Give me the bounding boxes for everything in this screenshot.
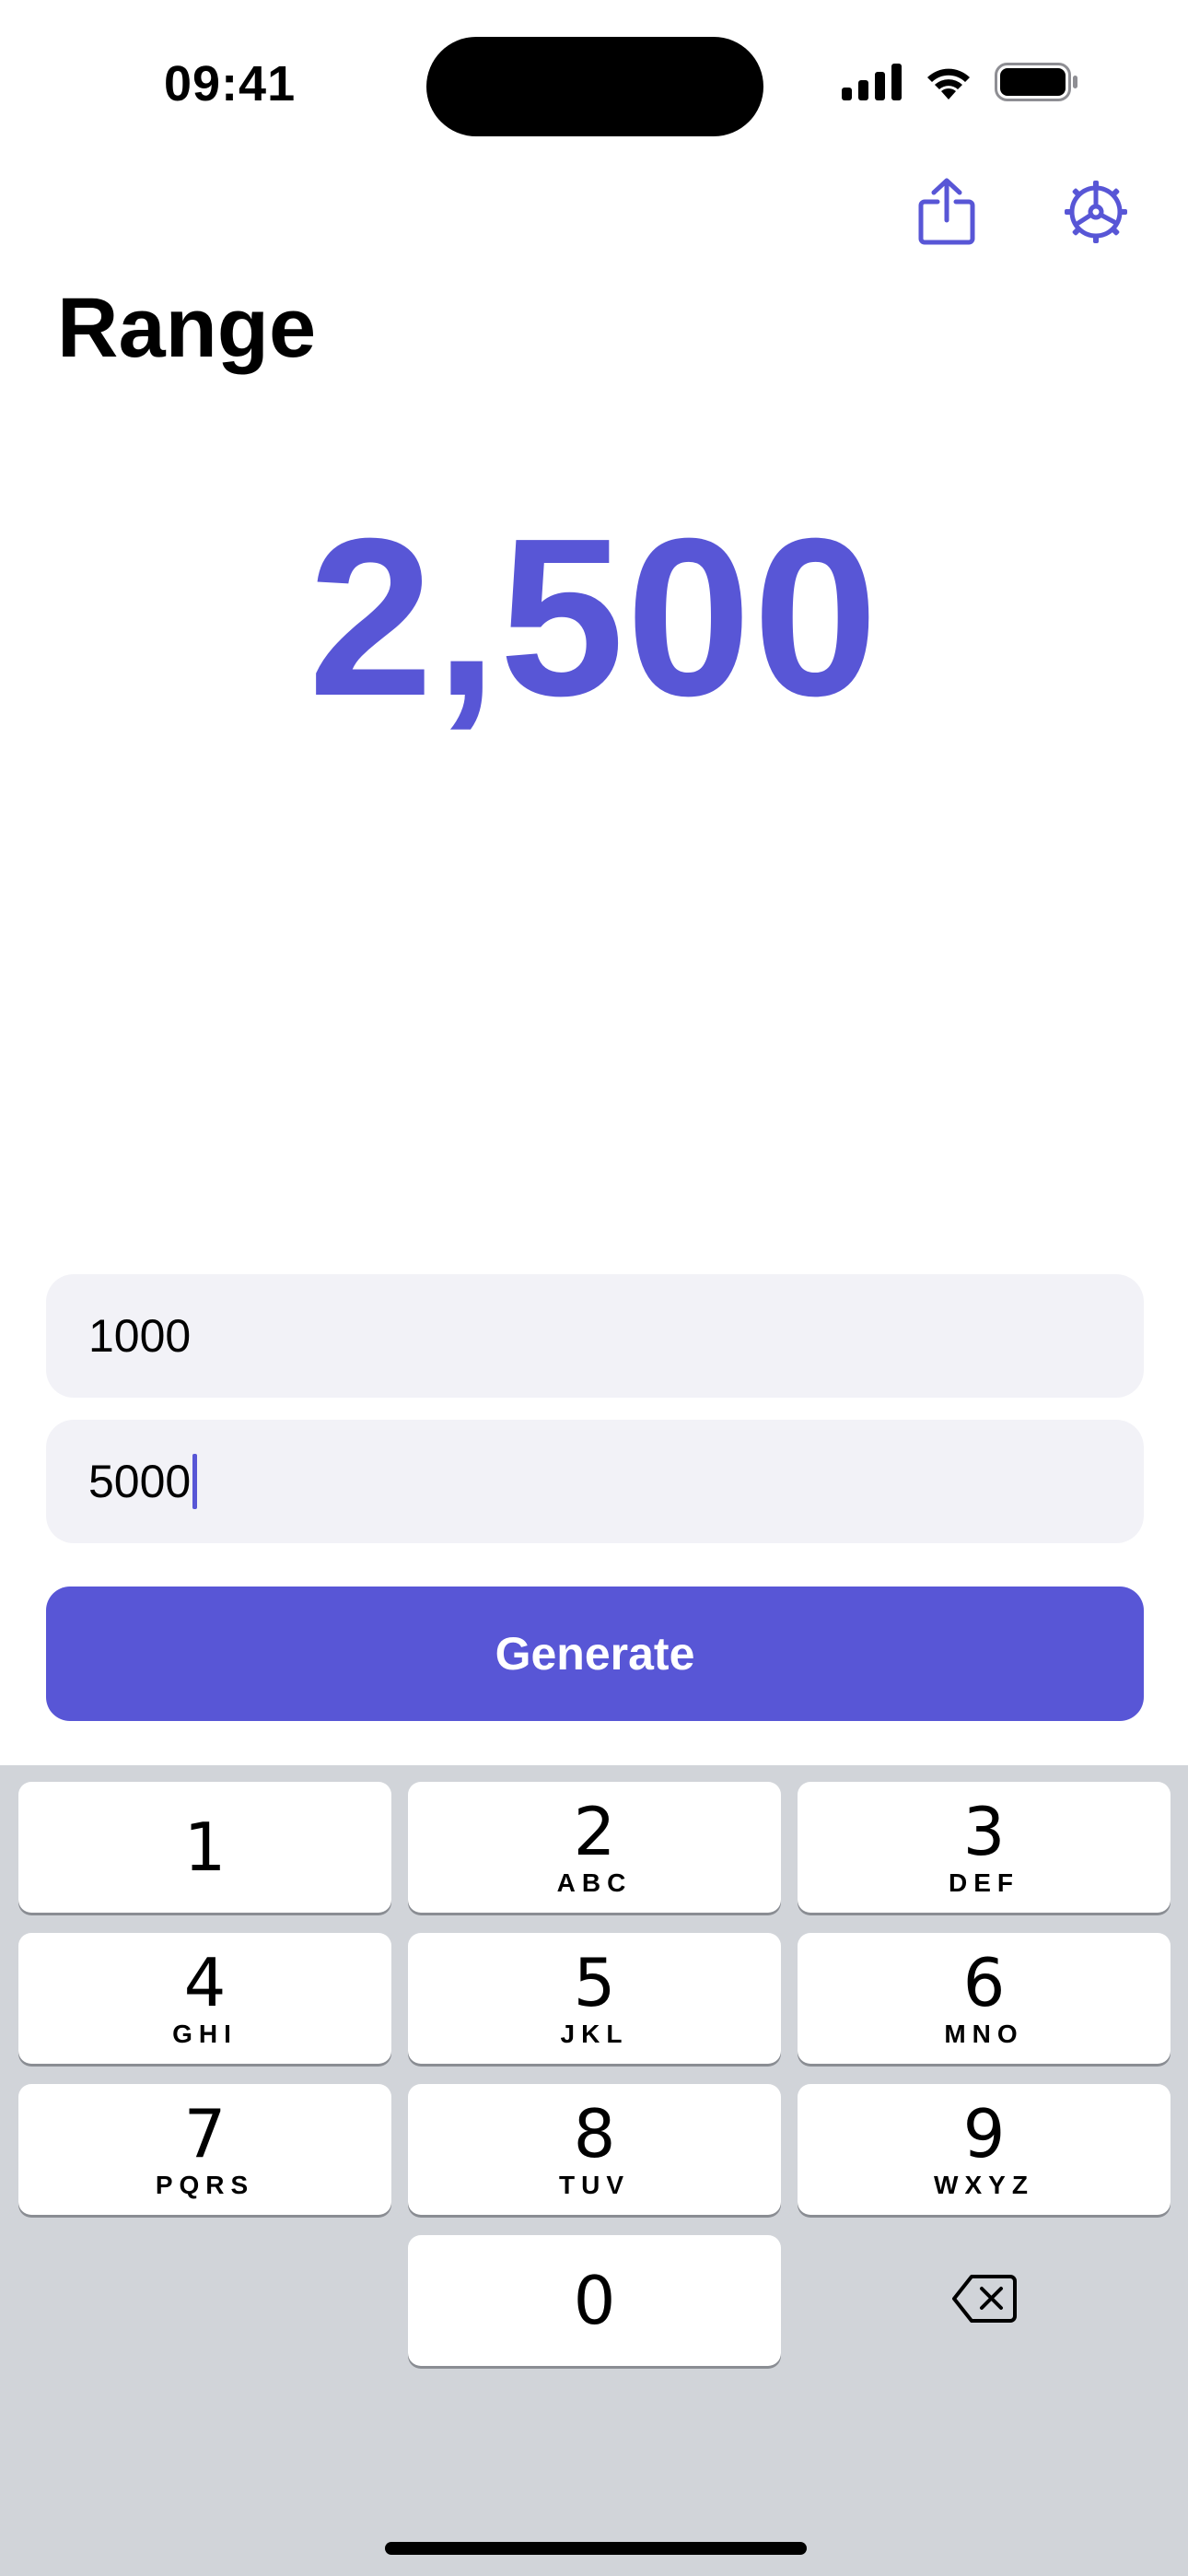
key-digit: 1	[183, 1809, 227, 1886]
min-value-field[interactable]: 1000	[46, 1274, 1144, 1398]
key-digit: 4	[183, 1944, 227, 2021]
key-letters: ABC	[556, 1868, 633, 1897]
key-digit: 0	[573, 2262, 616, 2339]
delete-icon	[951, 2273, 1018, 2329]
max-value-field[interactable]: 5000	[46, 1420, 1144, 1543]
key-letters: MNO	[944, 2020, 1024, 2048]
key-digit: 6	[962, 1944, 1006, 2021]
share-button[interactable]	[910, 177, 984, 251]
max-value-text: 5000	[88, 1456, 192, 1507]
key-letters: GHI	[172, 2020, 238, 2048]
key-letters: TUV	[559, 2171, 630, 2199]
generate-button[interactable]: Generate	[46, 1587, 1144, 1721]
key-5[interactable]: 5 JKL	[408, 1933, 781, 2064]
key-letters: PQRS	[155, 2171, 255, 2199]
key-letters: WXYZ	[934, 2171, 1034, 2199]
key-0[interactable]: 0	[408, 2235, 781, 2366]
gear-icon	[1063, 179, 1129, 250]
key-7[interactable]: 7 PQRS	[18, 2084, 391, 2215]
status-time: 09:41	[164, 56, 297, 111]
number-keypad: 1 2 ABC 3 DEF 4 GHI 5 JKL 6 MNO 7 PQRS 8…	[0, 1765, 1188, 2576]
screen: 09:41 Range 2,500 1000 5000 Generate 1 2…	[0, 0, 1188, 2576]
key-letters: JKL	[560, 2020, 629, 2048]
key-2[interactable]: 2 ABC	[408, 1782, 781, 1913]
key-letters: DEF	[949, 1868, 1019, 1897]
key-9[interactable]: 9 WXYZ	[798, 2084, 1171, 2215]
status-bar: 09:41	[0, 0, 1188, 157]
key-4[interactable]: 4 GHI	[18, 1933, 391, 2064]
status-icons	[842, 63, 1079, 106]
battery-icon	[995, 63, 1079, 106]
share-icon	[917, 178, 976, 251]
key-6[interactable]: 6 MNO	[798, 1933, 1171, 2064]
wifi-icon	[923, 63, 974, 106]
key-digit: 7	[183, 2095, 227, 2172]
key-digit: 2	[573, 1793, 616, 1870]
text-cursor	[192, 1454, 198, 1509]
dynamic-island	[426, 37, 763, 136]
settings-button[interactable]	[1059, 177, 1133, 251]
key-digit: 3	[962, 1793, 1006, 1870]
home-indicator	[385, 2542, 807, 2555]
key-digit: 5	[573, 1944, 616, 2021]
cellular-signal-icon	[842, 64, 903, 105]
delete-key[interactable]	[798, 2235, 1171, 2366]
result-value: 2,500	[308, 491, 880, 743]
key-8[interactable]: 8 TUV	[408, 2084, 781, 2215]
key-3[interactable]: 3 DEF	[798, 1782, 1171, 1913]
key-1[interactable]: 1	[18, 1782, 391, 1913]
key-digit: 8	[573, 2095, 616, 2172]
key-digit: 9	[962, 2095, 1006, 2172]
min-value-text: 1000	[88, 1310, 192, 1362]
page-title: Range	[57, 281, 317, 375]
